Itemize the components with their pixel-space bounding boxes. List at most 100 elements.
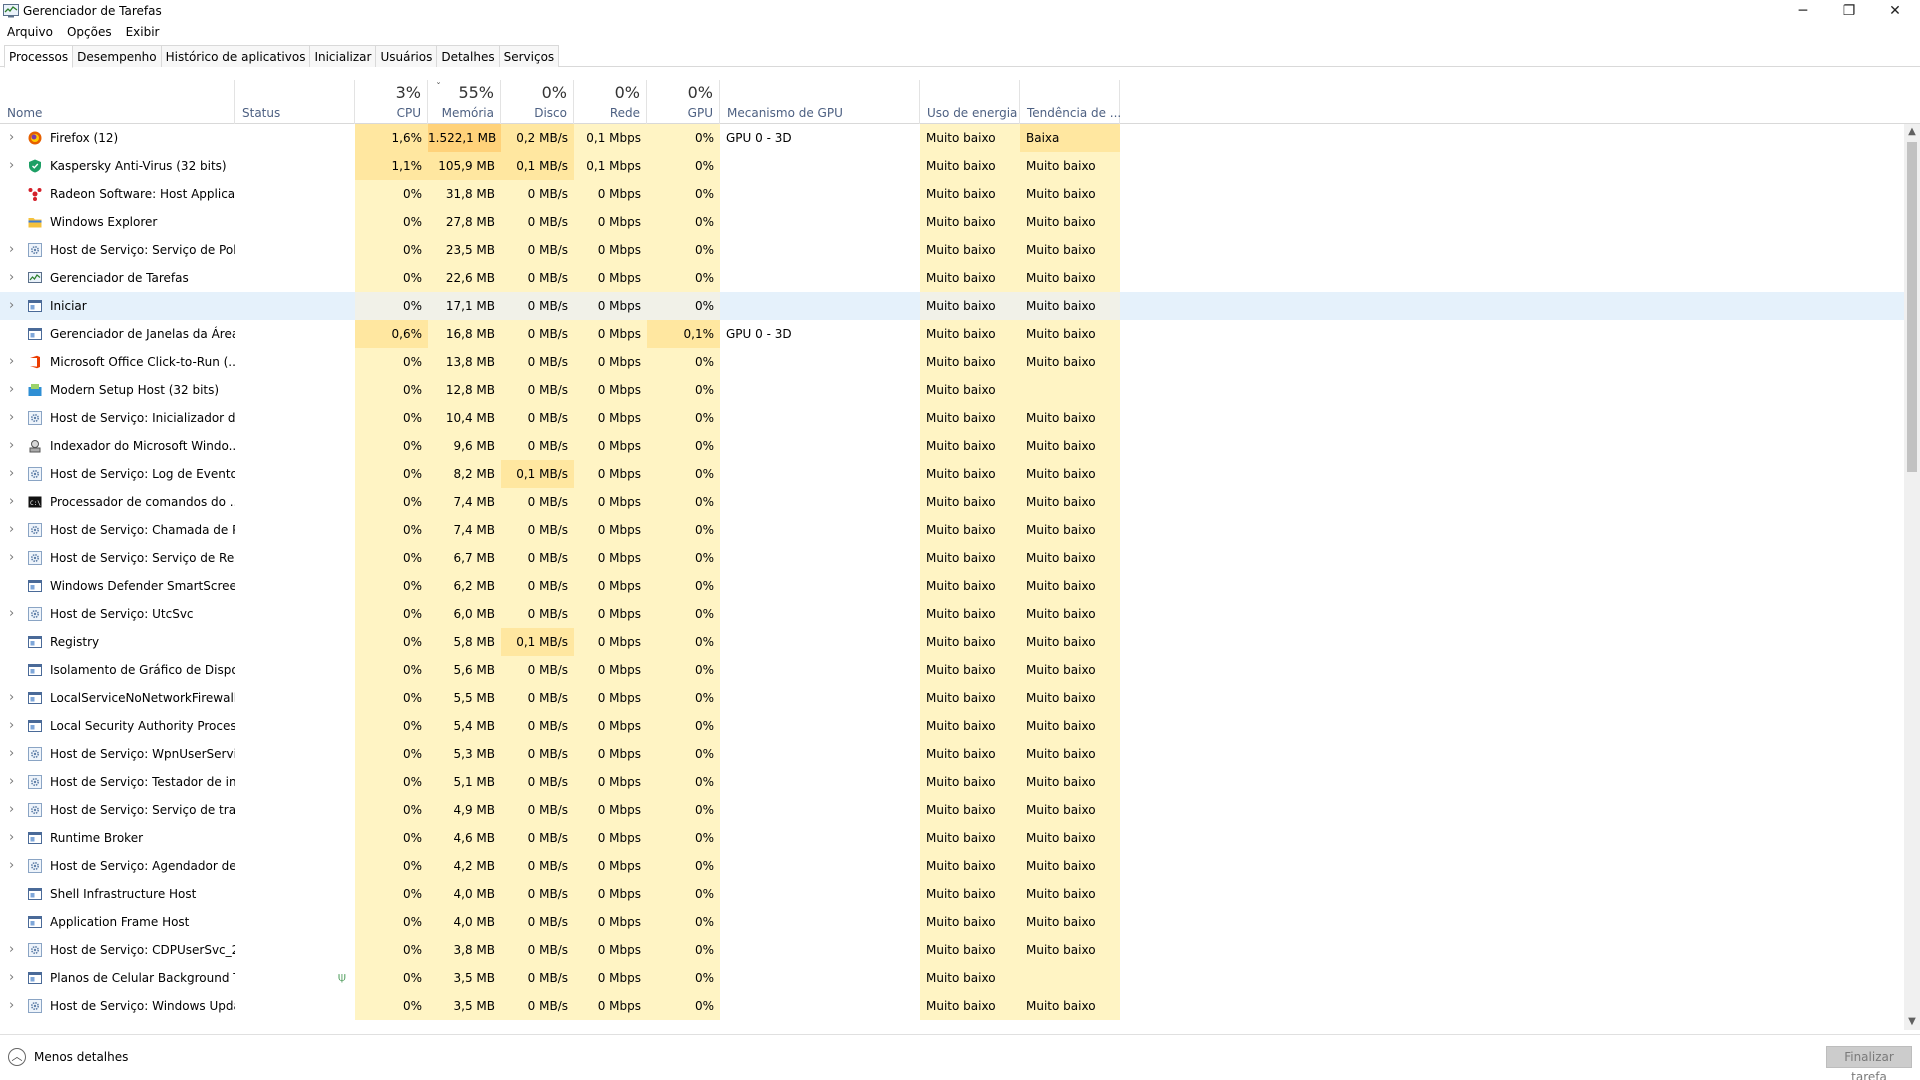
tab-inicializar[interactable]: Inicializar xyxy=(309,45,377,67)
column-network[interactable]: 0% Rede xyxy=(574,80,647,124)
scrollbar-thumb[interactable] xyxy=(1907,142,1917,472)
expand-chevron-icon[interactable]: › xyxy=(9,432,19,460)
tab-desempenho[interactable]: Desempenho xyxy=(72,45,162,67)
column-status[interactable]: Status xyxy=(235,80,355,124)
process-row[interactable]: › Host de Serviço: Windows Update 0% 3,5 MB… xyxy=(0,992,1904,1020)
process-row[interactable]: Registry 0% 5,8 MB 0,1 MB/s 0 Mbps 0% Muito ba… xyxy=(0,628,1904,656)
process-row[interactable]: › Host de Serviço: Serviço de Rep... 0% 6,7… xyxy=(0,544,1904,572)
expand-chevron-icon[interactable]: › xyxy=(9,964,19,992)
expand-chevron-icon[interactable]: › xyxy=(9,992,19,1020)
gpu-engine-cell xyxy=(720,768,920,796)
expand-chevron-icon[interactable]: › xyxy=(9,460,19,488)
expand-chevron-icon[interactable]: › xyxy=(9,236,19,264)
process-row[interactable]: ›Host de Serviço: CDPUserSvc_2a...0%3,8 … xyxy=(0,936,1904,964)
expand-chevron-icon[interactable]: › xyxy=(9,124,19,152)
expand-chevron-icon[interactable]: › xyxy=(9,768,19,796)
expand-chevron-icon[interactable]: › xyxy=(9,740,19,768)
process-row[interactable]: › Kaspersky Anti-Virus (32 bits) 1,1% 105,9… xyxy=(0,152,1904,180)
process-row[interactable]: › Host de Serviço: Chamada de Pr... 0% 7,4 … xyxy=(0,516,1904,544)
process-row[interactable]: › Microsoft Office Click-to-Run (... 0% 13,… xyxy=(0,348,1904,376)
process-row[interactable]: › Local Security Authority Process... 0% 5,… xyxy=(0,712,1904,740)
process-row[interactable]: › Host de Serviço: Testador de ins... 0% 5,… xyxy=(0,768,1904,796)
expand-chevron-icon[interactable]: › xyxy=(9,824,19,852)
column-cpu[interactable]: 3% CPU xyxy=(355,80,428,124)
process-row[interactable]: › Host de Serviço: Inicializador de... 0% 1… xyxy=(0,404,1904,432)
less-details-toggle[interactable]: ︿ Menos detalhes xyxy=(8,1048,128,1066)
expand-chevron-icon[interactable]: › xyxy=(9,936,19,964)
column-power-trend[interactable]: Tendência de ... xyxy=(1020,80,1121,124)
process-row[interactable]: › Planos de Celular Background T... ⍦ 0% 3,5… xyxy=(0,964,1904,992)
expand-chevron-icon[interactable]: › xyxy=(9,796,19,824)
expand-chevron-icon[interactable]: › xyxy=(9,516,19,544)
end-task-button[interactable]: Finalizar tarefa xyxy=(1826,1046,1912,1080)
process-list: › Firefox (12) 1,6% 1.522,1 MB 0,2 MB/s 0,1 M… xyxy=(0,124,1904,1030)
process-row[interactable]: › LocalServiceNoNetworkFirewall ... 0% 5,5 … xyxy=(0,684,1904,712)
process-row[interactable]: Isolamento de Gráfico de Dispo... 0% 5,6 M… xyxy=(0,656,1904,684)
column-gpu-engine[interactable]: Mecanismo de GPU xyxy=(720,80,920,124)
expand-chevron-icon[interactable]: › xyxy=(9,292,19,320)
process-row[interactable]: Windows Explorer 0% 27,8 MB 0 MB/s 0 Mbps 0% M… xyxy=(0,208,1904,236)
minimize-button[interactable]: ─ xyxy=(1780,0,1826,22)
cpu-cell: 0% xyxy=(355,432,428,460)
expand-chevron-icon[interactable]: › xyxy=(9,544,19,572)
disk-cell: 0 MB/s xyxy=(501,236,574,264)
gpu-engine-cell xyxy=(720,376,920,404)
expand-chevron-icon[interactable]: › xyxy=(9,376,19,404)
expand-chevron-icon[interactable]: › xyxy=(9,264,19,292)
process-row[interactable]: › Indexador do Microsoft Windo... 0% 9,6 MB… xyxy=(0,432,1904,460)
process-row[interactable]: › Host de Serviço: Agendador de ... 0% 4,2 … xyxy=(0,852,1904,880)
column-gpu[interactable]: 0% GPU xyxy=(647,80,720,124)
expand-chevron-icon[interactable]: › xyxy=(9,712,19,740)
tab-historico[interactable]: Histórico de aplicativos xyxy=(160,45,311,67)
process-row[interactable]: Radeon Software: Host Applicat... 0% 31,8 … xyxy=(0,180,1904,208)
network-cell: 0 Mbps xyxy=(574,852,647,880)
column-power-usage[interactable]: Uso de energia xyxy=(920,80,1020,124)
power-trend-cell: Muito baixo xyxy=(1020,572,1120,600)
expand-chevron-icon[interactable]: › xyxy=(9,404,19,432)
process-row[interactable]: Windows Defender SmartScreen 0% 6,2 MB 0 MB… xyxy=(0,572,1904,600)
process-row[interactable]: › C:\ Processador de comandos do ... 0% 7,4 … xyxy=(0,488,1904,516)
process-row[interactable]: ›Host de Serviço: Log de Eventos...0%8,2… xyxy=(0,460,1904,488)
column-name[interactable]: Nome xyxy=(0,80,235,124)
process-row[interactable]: › Modern Setup Host (32 bits) 0% 12,8 MB 0 M… xyxy=(0,376,1904,404)
process-row[interactable]: › Runtime Broker 0% 4,6 MB 0 MB/s 0 Mbps 0% Mui… xyxy=(0,824,1904,852)
restore-button[interactable]: ❐ xyxy=(1826,0,1872,22)
gpu-engine-cell xyxy=(720,516,920,544)
process-row[interactable]: › Host de Serviço: WpnUserServic... 0% 5,3 … xyxy=(0,740,1904,768)
expand-chevron-icon[interactable]: › xyxy=(9,488,19,516)
power-trend-cell: Muito baixo xyxy=(1020,516,1120,544)
tab-usuarios[interactable]: Usuários xyxy=(375,45,438,67)
vertical-scrollbar[interactable]: ▲ ▼ xyxy=(1904,124,1920,1030)
expand-chevron-icon[interactable]: › xyxy=(9,348,19,376)
expand-chevron-icon[interactable]: › xyxy=(9,852,19,880)
expand-chevron-icon[interactable]: › xyxy=(9,684,19,712)
column-memory[interactable]: ˇ 55% Memória xyxy=(428,80,501,124)
process-name: Processador de comandos do ... xyxy=(50,495,235,509)
process-row[interactable]: › Host de Serviço: UtcSvc 0% 6,0 MB 0 MB/s 0 … xyxy=(0,600,1904,628)
process-row[interactable]: › Host de Serviço: Serviço de tran... 0% 4,… xyxy=(0,796,1904,824)
process-row[interactable]: Shell Infrastructure Host 0% 4,0 MB 0 MB/s 0… xyxy=(0,880,1904,908)
scroll-down-icon[interactable]: ▼ xyxy=(1904,1014,1920,1030)
tab-detalhes[interactable]: Detalhes xyxy=(436,45,500,67)
expand-chevron-icon[interactable]: › xyxy=(9,600,19,628)
process-row[interactable]: Gerenciador de Janelas da Área ... 0,6% 16… xyxy=(0,320,1904,348)
tab-processos[interactable]: Processos xyxy=(4,45,74,68)
close-button[interactable]: ✕ xyxy=(1872,0,1918,22)
gpu-engine-cell xyxy=(720,628,920,656)
disk-cell: 0 MB/s xyxy=(501,964,574,992)
process-row[interactable]: › Firefox (12) 1,6% 1.522,1 MB 0,2 MB/s 0,1 M… xyxy=(0,124,1904,152)
column-disk[interactable]: 0% Disco xyxy=(501,80,574,124)
svg-text:C:\: C:\ xyxy=(30,500,41,507)
process-row[interactable]: › Gerenciador de Tarefas 0% 22,6 MB 0 MB/s 0 … xyxy=(0,264,1904,292)
tab-servicos[interactable]: Serviços xyxy=(498,45,560,67)
disk-cell: 0 MB/s xyxy=(501,572,574,600)
menu-opcoes[interactable]: Opções xyxy=(60,23,119,43)
menu-arquivo[interactable]: Arquivo xyxy=(0,23,60,43)
process-row[interactable]: Application Frame Host 0% 4,0 MB 0 MB/s 0 Mb… xyxy=(0,908,1904,936)
cpu-cell: 0% xyxy=(355,236,428,264)
process-row[interactable]: ›Host de Serviço: Serviço de Polít...0%2… xyxy=(0,236,1904,264)
scroll-up-icon[interactable]: ▲ xyxy=(1904,124,1920,140)
menu-exibir[interactable]: Exibir xyxy=(119,23,167,43)
process-row[interactable]: › Iniciar 0% 17,1 MB 0 MB/s 0 Mbps 0% Muito bai… xyxy=(0,292,1904,320)
expand-chevron-icon[interactable]: › xyxy=(9,152,19,180)
